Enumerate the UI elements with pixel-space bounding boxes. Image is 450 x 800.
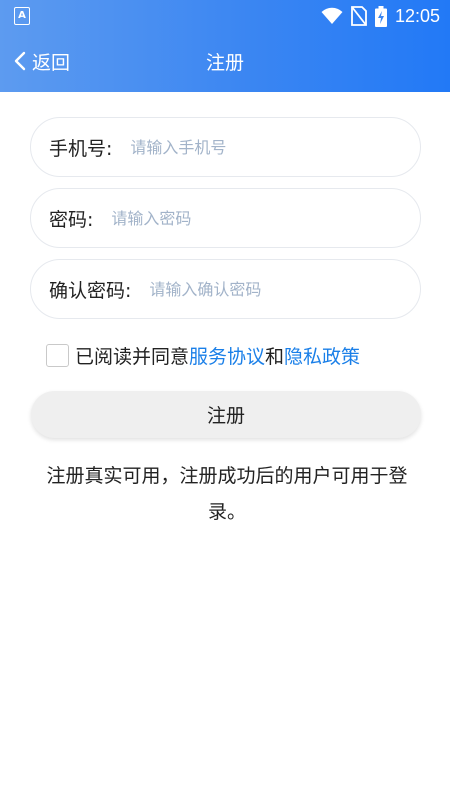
service-agreement-link[interactable]: 服务协议 — [189, 342, 265, 369]
phone-input[interactable] — [130, 127, 420, 167]
wifi-icon — [321, 7, 343, 24]
status-bar: A 12:05 — [0, 0, 450, 32]
nav-bar: 返回 注册 — [0, 36, 450, 86]
phone-label: 手机号: — [49, 137, 113, 160]
confirm-password-label: 确认密码: — [49, 279, 132, 302]
register-note: 注册真实可用，注册成功后的用户可用于登录。 — [46, 465, 408, 523]
battery-charging-icon — [374, 5, 387, 27]
status-time: 12:05 — [394, 5, 440, 26]
password-input[interactable] — [111, 198, 420, 238]
agreement-prefix: 已阅读并同意 — [75, 345, 190, 368]
page-title: 注册 — [205, 52, 244, 74]
agreement-connector: 和 — [265, 345, 285, 368]
agreement-row: 已阅读并同意 服务协议 和 隐私政策 — [46, 342, 360, 368]
register-button[interactable]: 注册 — [31, 391, 421, 438]
confirm-password-input[interactable] — [149, 269, 420, 309]
app-notification-icon: A — [14, 7, 30, 25]
phone-field: 手机号: — [30, 117, 421, 177]
password-label: 密码: — [49, 208, 94, 231]
agreement-checkbox[interactable] — [46, 343, 69, 367]
status-icons: 12:05 — [321, 4, 440, 28]
no-sim-icon — [351, 6, 367, 26]
password-field: 密码: — [30, 188, 421, 248]
app-icon-letter: A — [18, 10, 26, 21]
header: A 12:05 返回 注册 — [0, 0, 450, 92]
privacy-policy-link[interactable]: 隐私政策 — [284, 342, 360, 369]
confirm-password-field: 确认密码: — [30, 259, 421, 319]
